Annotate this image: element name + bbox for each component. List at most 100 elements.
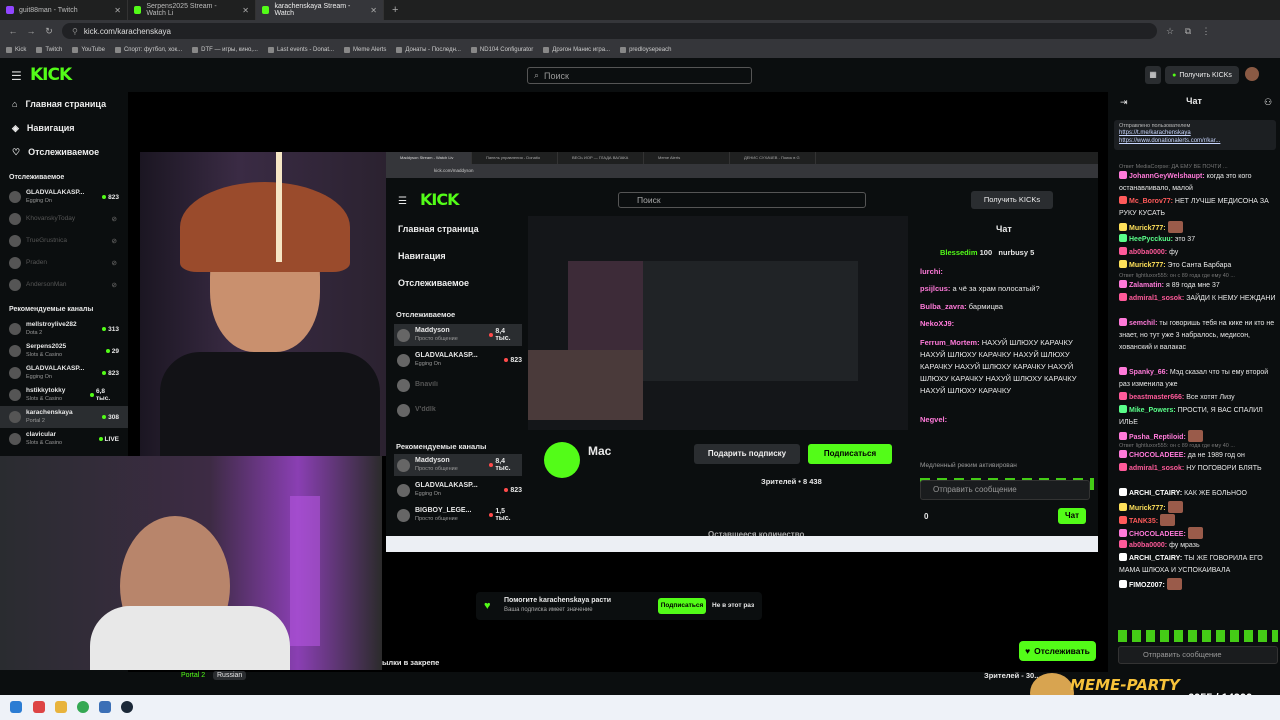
steam-icon[interactable] [121,701,133,713]
sidebar-item-following[interactable]: ♡ Отслеживаемое [0,140,128,164]
captured-gift-button: Подарить подписку [694,444,800,464]
chat-username[interactable]: JohannGeyWelshaupt: [1129,173,1205,180]
dashboard-icon[interactable]: ▦ [1145,66,1161,84]
bookmark-item[interactable]: YouTube [72,47,105,53]
forward-icon[interactable]: → [26,26,36,36]
follow-button[interactable]: ♥ Отслеживать [1019,641,1096,661]
chat-username[interactable]: Murick777: [1129,505,1166,512]
reload-icon[interactable]: ↻ [44,26,54,37]
chat-username[interactable]: ARCHI_CTAIRY: [1129,490,1182,497]
sidebar-channel[interactable]: TrueGrustnica ⊘ [0,230,128,252]
sidebar-channel[interactable]: KhovanskyToday ⊘ [0,208,128,230]
subscribe-button[interactable]: Подписаться [658,598,706,614]
sidebar-channel[interactable]: clavicular Slots & Casino LIVE [0,428,128,450]
chat-message: Murick777: Это Санта Барбара [1119,260,1277,272]
emote-bar[interactable] [1118,630,1278,642]
captured-channel: Maddyson Просто общение 8,4 тыс. [394,454,522,476]
chat-input[interactable]: Отправить сообщение [1118,646,1278,664]
stream-category[interactable]: Portal 2 [181,672,205,679]
menu-icon[interactable]: ⋮ [1201,26,1211,37]
browser-tab[interactable]: guit88man - Twitch ✕ [0,0,128,20]
close-tab-icon[interactable]: ✕ [370,6,377,15]
chat-username[interactable]: Mike_Powers: [1129,407,1176,414]
captured-avatar [397,353,410,367]
bookmark-item[interactable]: DTF — игры, кино,... [192,47,258,53]
channel-category: Egging On [26,198,52,204]
captured-taskbar [386,536,1098,552]
not-now-button[interactable]: Не в этот раз [712,598,754,614]
close-tab-icon[interactable]: ✕ [242,6,249,15]
chat-username[interactable]: Spanky_66: [1129,369,1168,376]
get-kicks-button[interactable]: ● Получить KICKs [1165,66,1239,84]
bookmark-item[interactable]: predloysepeach [620,47,671,53]
bookmark-item[interactable]: ND104 Configurator [470,47,533,53]
chat-users-icon[interactable]: ⚇ [1264,97,1272,108]
hamburger-menu-icon[interactable]: ☰ [11,69,22,83]
pinned-link[interactable]: https://t.me/karachenskaya [1119,129,1271,137]
chat-username[interactable]: admiral1_sosok: [1129,465,1184,472]
user-avatar[interactable] [1245,67,1259,81]
chat-username[interactable]: Mc_Borov77: [1129,198,1173,205]
live-dot-icon [504,488,509,492]
bookmark-item[interactable]: Twitch [36,47,62,53]
browser-tab-active[interactable]: karachenskaya Stream - Watch ✕ [256,0,384,20]
sidebar-channel[interactable]: Serpens2025 Slots & Casino 29 [0,340,128,362]
bookmark-item[interactable]: Дрэгон Манис игра... [543,47,610,53]
chat-username[interactable]: Murick777: [1129,225,1166,232]
chat-username[interactable]: admiral1_sosok: [1129,295,1184,302]
chrome-icon[interactable] [77,701,89,713]
user-badge-icon [1119,580,1127,588]
chat-username[interactable]: CHOCOLADEEE: [1129,531,1186,538]
browser-tab[interactable]: Serpens2025 Stream - Watch Li ✕ [128,0,256,20]
chat-username[interactable]: Pasha_Reptiloid: [1129,434,1186,441]
bookmark-item[interactable]: Kick [6,47,26,53]
close-tab-icon[interactable]: ✕ [114,6,121,15]
captured-address-bar: kick.com/maddyson [386,164,1098,178]
sidebar-channel[interactable]: mellstroylive282 Dota 2 313 [0,318,128,340]
heart-icon: ♡ [12,146,21,157]
bookmark-item[interactable]: Спорт: футбол, хок... [114,47,182,53]
sidebar-item-home[interactable]: ⌂ Главная страница [0,92,128,116]
user-badge-icon [1119,450,1127,458]
sidebar-channel[interactable]: Praden ⊘ [0,252,128,274]
bookmark-item[interactable]: Last events - Donat... [267,47,334,53]
streamer-webcam [140,152,386,456]
chat-username[interactable]: FIMOZ007: [1129,582,1165,589]
windows-start-icon[interactable] [10,701,22,713]
chat-username[interactable]: HeePycckuu: [1129,236,1173,243]
chat-username[interactable]: CHOCOLADEEE: [1129,452,1186,459]
extensions-icon[interactable]: ⧉ [1183,26,1193,37]
sidebar-channel[interactable]: karachenskaya Portal 2 308 [0,406,128,428]
star-icon[interactable]: ☆ [1165,26,1175,37]
file-explorer-icon[interactable] [55,701,67,713]
back-icon[interactable]: ← [8,26,18,36]
sidebar-channel[interactable]: hstikkytokky Slots & Casino 6,8 тыс. [0,384,128,406]
kick-logo[interactable]: KICK [30,65,72,85]
chat-username[interactable]: Zalamatin: [1129,282,1164,289]
sidebar-channel[interactable]: AndersonMan ⊘ [0,274,128,296]
lamp-light [276,152,282,262]
chat-username[interactable]: semchil: [1129,320,1157,327]
chat-username[interactable]: TANK35: [1129,518,1158,525]
chat-username[interactable]: ab0ba0000: [1129,249,1167,256]
stream-language-tag[interactable]: Russian [213,671,247,680]
pinned-link[interactable]: https://www.donationalerts.com/r/kar... [1119,137,1271,145]
new-tab-icon[interactable]: + [384,4,398,16]
bookmark-item[interactable]: Meme Alerts [344,47,386,53]
sidebar-item-browse[interactable]: ◈ Навигация [0,116,128,140]
chat-username[interactable]: ARCHI_CTAIRY: [1129,555,1182,562]
site-info-icon[interactable]: ⚲ [72,27,78,36]
sidebar-channel[interactable]: GLADVALAKASP... Egging On 823 [0,186,128,208]
captured-channel: GLADVALAKASP... Egging On 823 [394,349,522,371]
chat-message: semchil: ты говоришь тебя на кике ни кто… [1119,318,1277,354]
chat-username[interactable]: Murick777: [1129,262,1166,269]
sidebar-channel[interactable]: GLADVALAKASP... Egging On 823 [0,362,128,384]
recommended-heading: Рекомендуемые каналы [9,306,94,313]
calculator-icon[interactable] [99,701,111,713]
chat-username[interactable]: beastmaster666: [1129,394,1184,401]
address-bar[interactable]: ⚲ kick.com/karachenskaya [62,23,1157,39]
bookmark-item[interactable]: Донаты - Последн... [396,47,461,53]
chat-username[interactable]: ab0ba0000: [1129,542,1167,549]
yandex-browser-icon[interactable] [33,701,45,713]
search-input[interactable]: ⌕ Поиск [527,67,752,84]
